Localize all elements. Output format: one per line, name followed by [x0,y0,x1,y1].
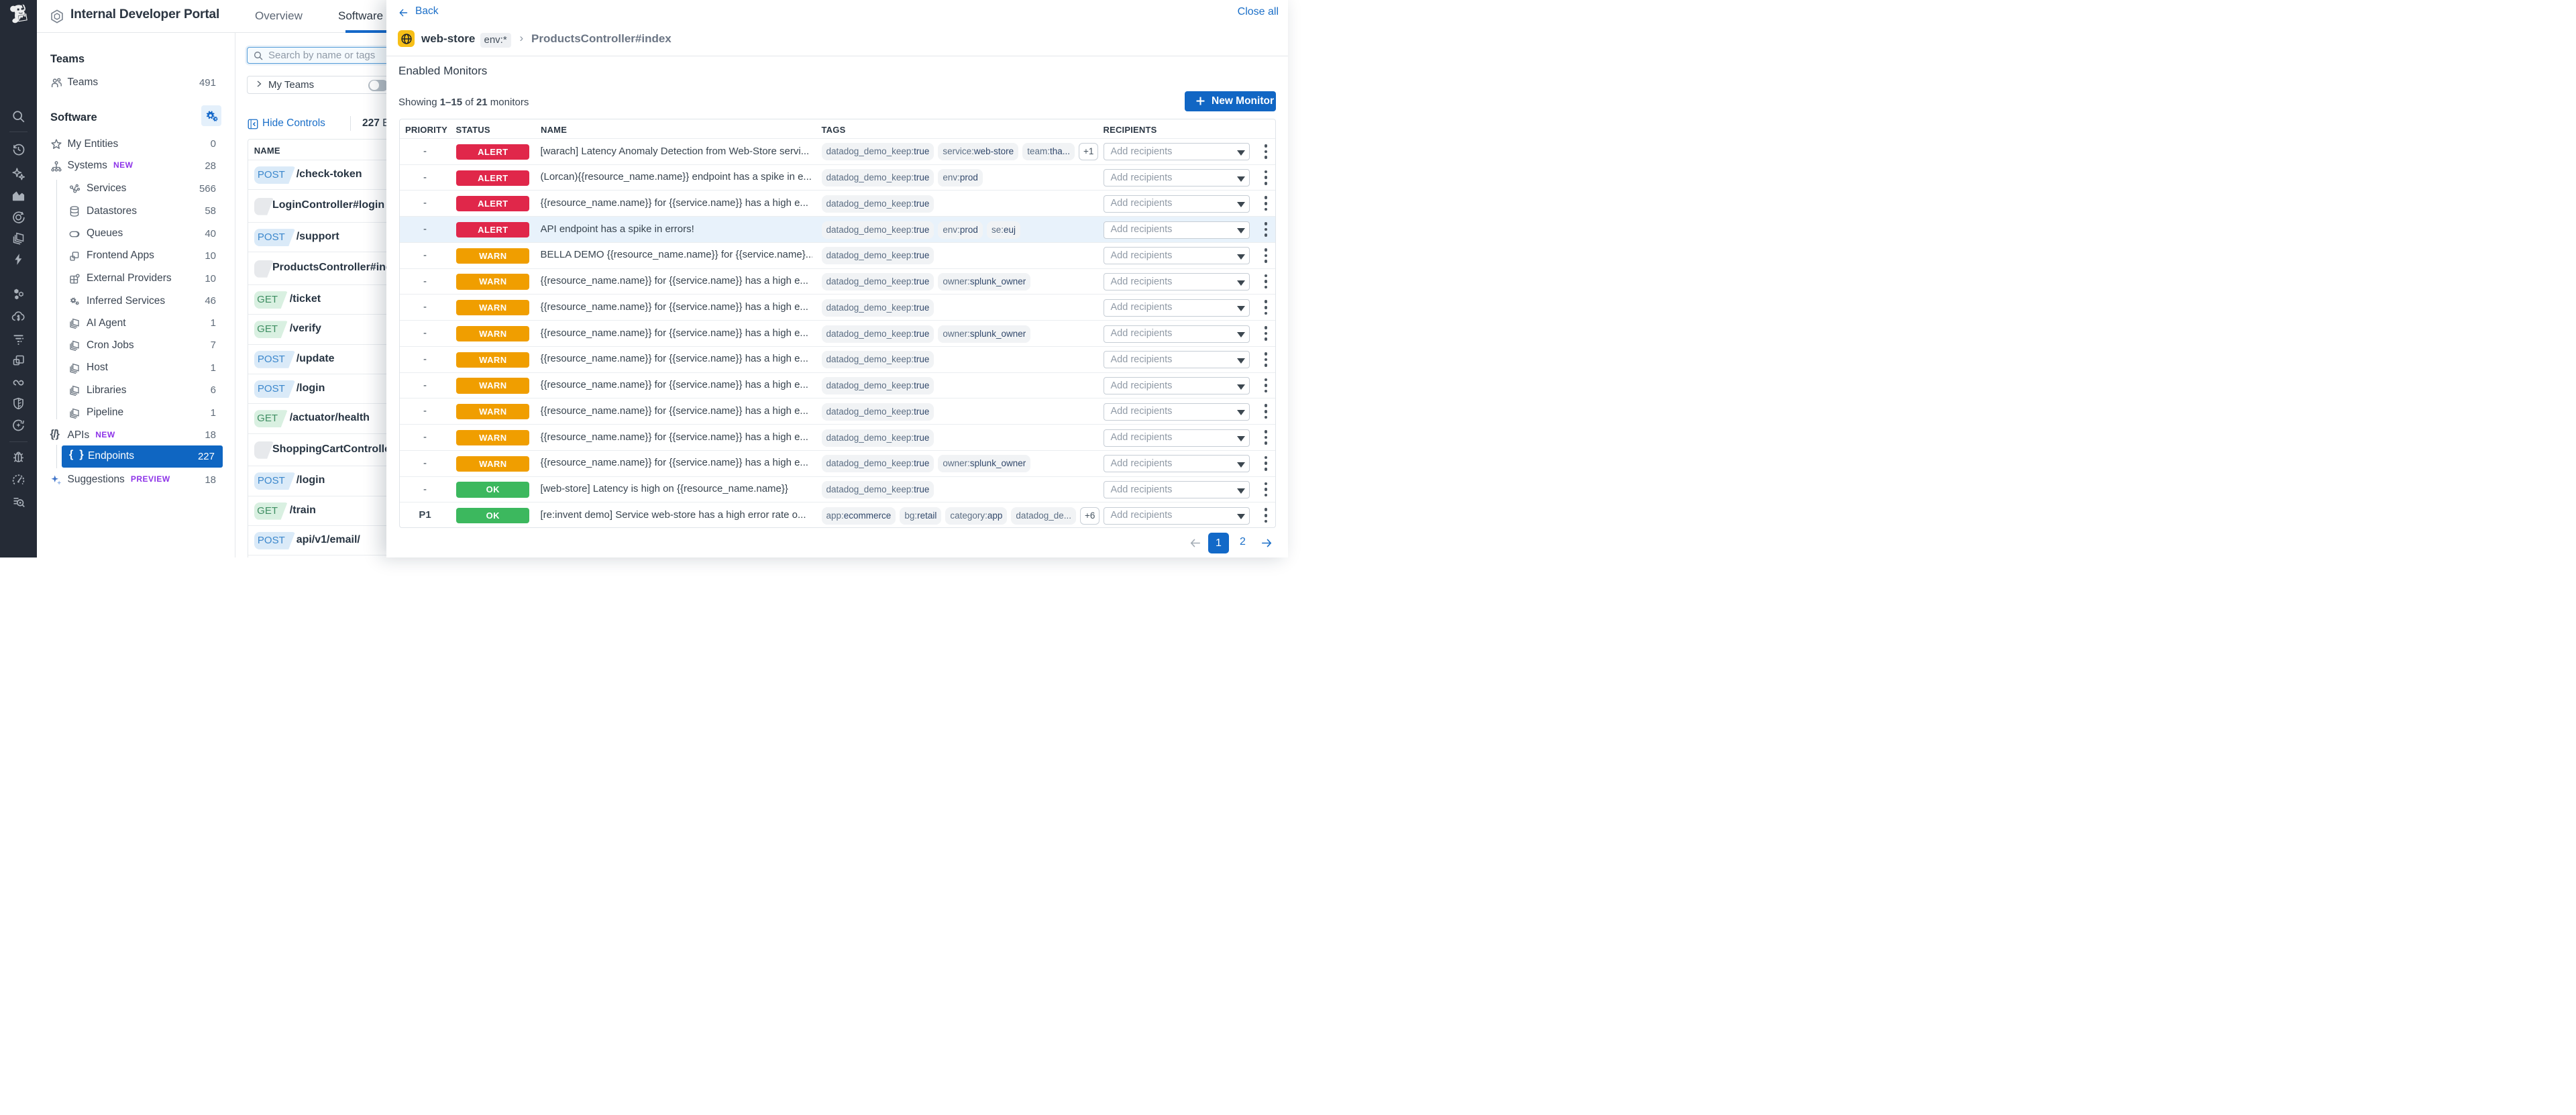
svg-text:$: $ [17,315,20,321]
